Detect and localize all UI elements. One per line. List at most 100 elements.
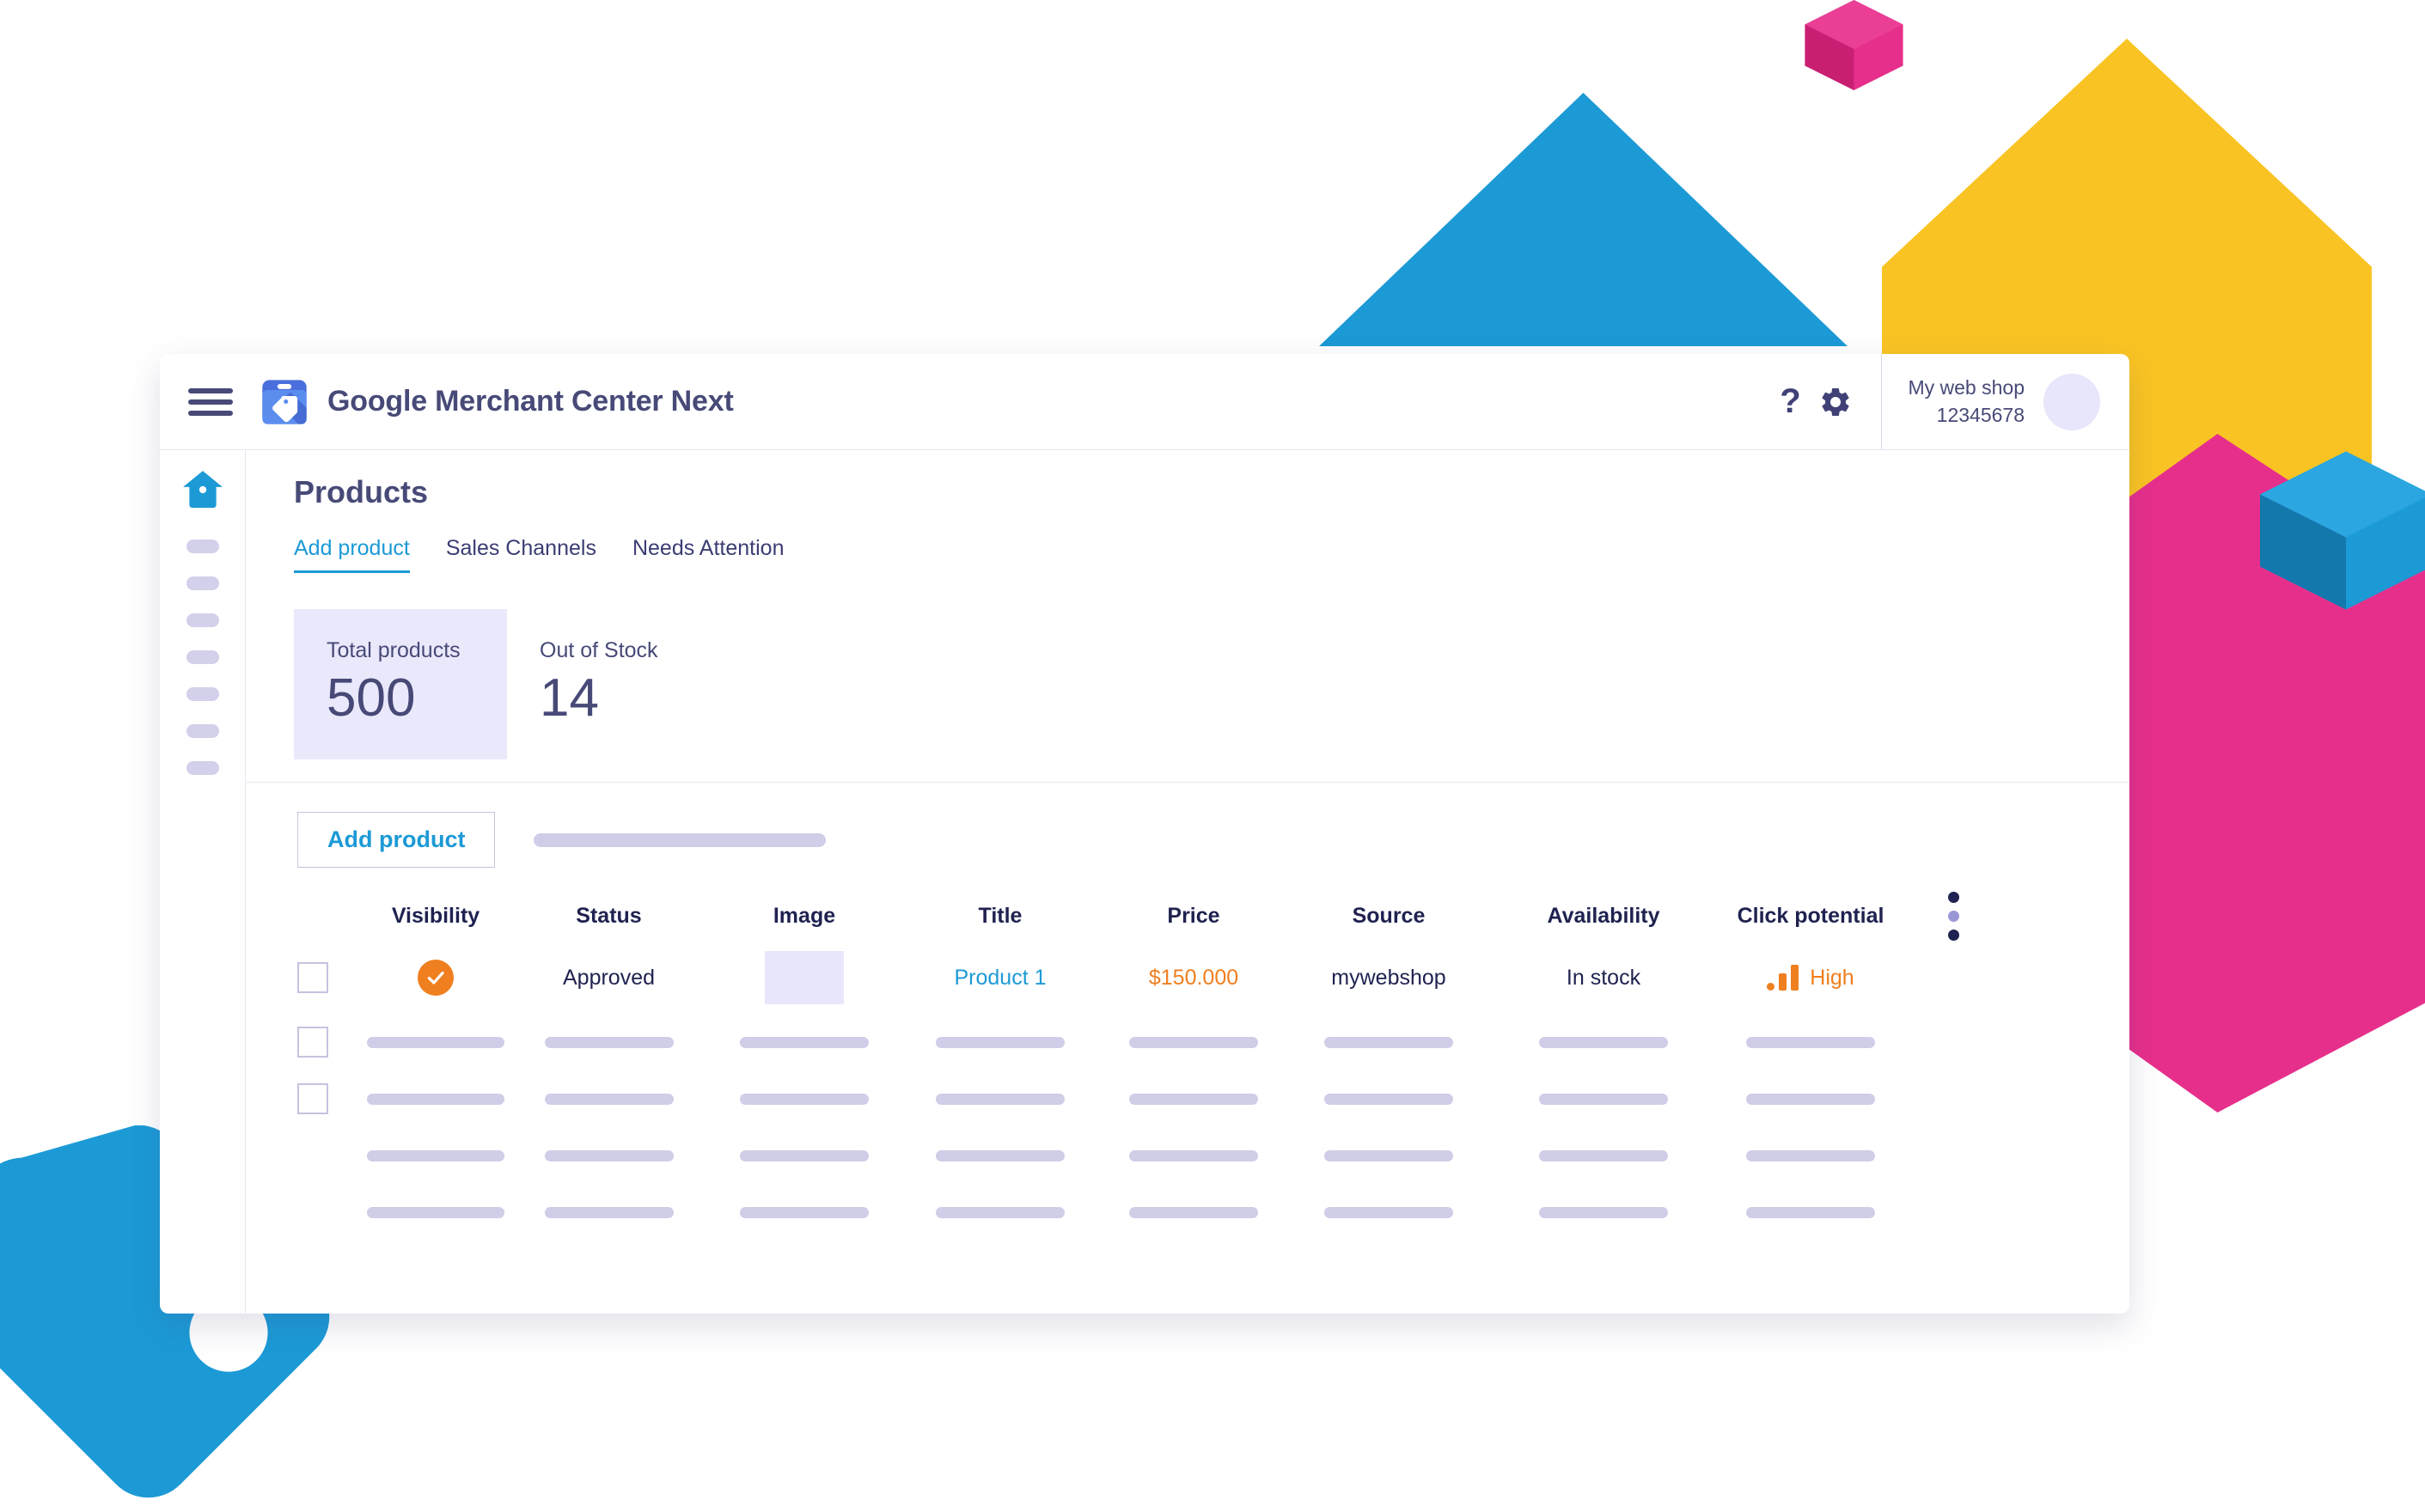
column-header-click-potential[interactable]: Click potential <box>1738 904 1884 929</box>
app-title: Google Merchant Center Next <box>327 385 734 418</box>
table-toolbar: Add product <box>246 783 2129 868</box>
stat-label: Out of Stock <box>540 638 658 662</box>
app-top-bar: Google Merchant Center Next ? My web sho… <box>160 354 2129 450</box>
table-row[interactable]: Approved Product 1 $150.000 mywebshop In… <box>297 942 2129 1014</box>
account-id: 12345678 <box>1936 403 2025 426</box>
cell-title-link[interactable]: Product 1 <box>954 966 1046 991</box>
column-header-visibility[interactable]: Visibility <box>392 904 480 929</box>
table-row[interactable] <box>297 1070 2129 1127</box>
cell-click-potential: High <box>1767 965 1854 991</box>
skeleton-bar <box>936 1036 1065 1048</box>
skeleton-bar <box>1324 1149 1453 1161</box>
sidebar-item-placeholder[interactable] <box>186 613 219 627</box>
merchant-center-tag-logo-icon <box>262 379 307 424</box>
sidebar-item-placeholder[interactable] <box>186 761 219 775</box>
column-header-source[interactable]: Source <box>1353 904 1426 929</box>
sidebar-item-placeholder[interactable] <box>186 576 219 590</box>
skeleton-bar <box>367 1206 504 1218</box>
pink-cube-decoration <box>1805 0 1903 90</box>
sidebar-item-placeholder[interactable] <box>186 687 219 701</box>
page-title: Products <box>294 474 429 509</box>
skeleton-bar <box>1746 1149 1875 1161</box>
skeleton-bar <box>544 1093 674 1105</box>
toolbar-placeholder-bar <box>534 832 827 847</box>
blue-cube-decoration <box>2260 451 2425 610</box>
row-checkbox[interactable] <box>297 1027 328 1058</box>
skeleton-bar <box>936 1149 1065 1161</box>
skeleton-bar <box>1539 1036 1668 1048</box>
home-icon[interactable] <box>181 469 224 509</box>
skeleton-bar <box>1539 1206 1668 1218</box>
column-header-availability[interactable]: Availability <box>1547 904 1659 929</box>
add-product-button[interactable]: Add product <box>297 812 496 868</box>
column-header-title[interactable]: Title <box>979 904 1023 929</box>
skeleton-bar <box>1129 1093 1258 1105</box>
skeleton-bar <box>1129 1206 1258 1218</box>
stat-card-total-products[interactable]: Total products 500 <box>294 609 507 759</box>
sidebar-item-placeholder[interactable] <box>186 724 219 738</box>
help-icon[interactable]: ? <box>1771 382 1809 421</box>
sidebar-item-placeholder[interactable] <box>186 650 219 664</box>
stat-label: Total products <box>327 638 461 662</box>
stat-value: 14 <box>540 668 599 728</box>
sidebar-nav-rail <box>160 450 246 1314</box>
product-image-placeholder <box>765 951 844 1004</box>
skeleton-bar <box>367 1149 504 1161</box>
check-circle-icon <box>418 960 454 996</box>
cell-source: mywebshop <box>1331 965 1446 990</box>
skeleton-bar <box>1746 1093 1875 1105</box>
skeleton-bar <box>740 1149 869 1161</box>
account-selector[interactable]: My web shop 12345678 <box>1881 354 2129 449</box>
skeleton-bar <box>936 1093 1065 1105</box>
kebab-menu-icon[interactable] <box>1947 891 1959 941</box>
row-checkbox[interactable] <box>297 1083 328 1114</box>
column-header-price[interactable]: Price <box>1167 904 1219 929</box>
skeleton-bar <box>1539 1149 1668 1161</box>
skeleton-bar <box>1539 1093 1668 1105</box>
skeleton-bar <box>1129 1036 1258 1048</box>
page-header: Products Add product Sales Channels Need… <box>246 450 2129 573</box>
tab-needs-attention[interactable]: Needs Attention <box>632 536 785 573</box>
column-header-image[interactable]: Image <box>773 904 835 929</box>
skeleton-bar <box>1324 1093 1453 1105</box>
app-body: Products Add product Sales Channels Need… <box>160 450 2129 1314</box>
skeleton-bar <box>740 1036 869 1048</box>
page-tabs: Add product Sales Channels Needs Attenti… <box>294 536 2129 573</box>
signal-bars-icon <box>1767 965 1799 991</box>
cell-status: Approved <box>562 965 656 990</box>
skeleton-bar <box>1746 1036 1875 1048</box>
hamburger-menu-icon[interactable] <box>188 385 233 419</box>
gear-icon[interactable] <box>1816 385 1855 419</box>
merchant-center-window: Google Merchant Center Next ? My web sho… <box>160 354 2129 1314</box>
skeleton-bar <box>367 1093 504 1105</box>
table-row[interactable] <box>297 1184 2129 1241</box>
tab-sales-channels[interactable]: Sales Channels <box>446 536 596 573</box>
stat-value: 500 <box>327 668 416 728</box>
avatar[interactable] <box>2043 373 2100 430</box>
table-row[interactable] <box>297 1127 2129 1184</box>
skeleton-bar <box>740 1206 869 1218</box>
sidebar-item-placeholder[interactable] <box>186 540 219 553</box>
skeleton-bar <box>544 1036 674 1048</box>
skeleton-bar <box>367 1036 504 1048</box>
page-content: Products Add product Sales Channels Need… <box>246 450 2129 1314</box>
column-header-status[interactable]: Status <box>576 904 641 929</box>
row-checkbox[interactable] <box>297 962 328 993</box>
skeleton-bar <box>544 1206 674 1218</box>
products-table: Visibility Status Image Title Price Sour… <box>246 890 2129 1241</box>
top-bar-actions: ? My web shop 12345678 <box>1771 354 2129 449</box>
skeleton-bar <box>544 1149 674 1161</box>
skeleton-bar <box>740 1093 869 1105</box>
table-header-row: Visibility Status Image Title Price Sour… <box>297 890 2129 942</box>
skeleton-bar <box>1324 1206 1453 1218</box>
click-potential-label: High <box>1810 966 1854 990</box>
table-row[interactable] <box>297 1014 2129 1070</box>
skeleton-bar <box>1129 1149 1258 1161</box>
tab-add-product[interactable]: Add product <box>294 536 410 573</box>
cell-price: $150.000 <box>1148 965 1239 990</box>
skeleton-bar <box>936 1206 1065 1218</box>
stat-card-out-of-stock[interactable]: Out of Stock 14 <box>507 609 720 759</box>
cell-availability: In stock <box>1566 965 1641 990</box>
blue-triangle-decoration <box>1319 93 1848 346</box>
skeleton-bar <box>1324 1036 1453 1048</box>
